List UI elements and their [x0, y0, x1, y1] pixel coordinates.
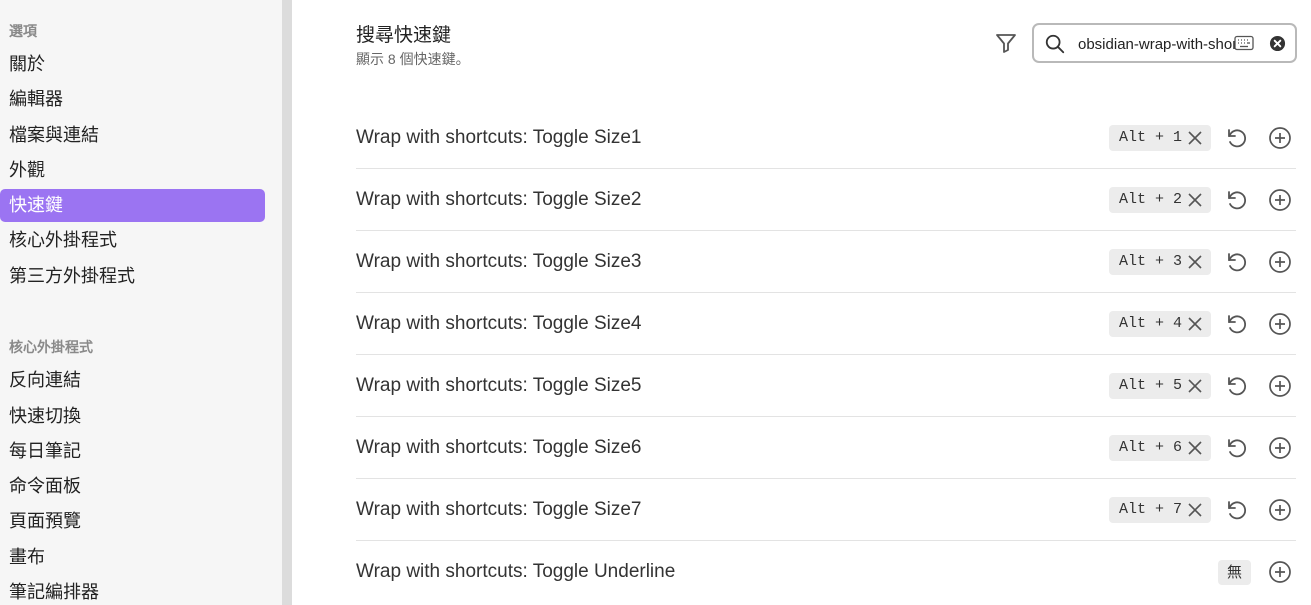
- sidebar-item-quick-switcher[interactable]: 快速切換: [0, 400, 265, 433]
- hotkey-chip: Alt + 7: [1109, 497, 1211, 523]
- hotkey-row: Wrap with shortcuts: Toggle Size4 Alt + …: [356, 293, 1296, 355]
- sidebar-section-title-options: 選項: [9, 23, 37, 39]
- settings-sidebar: 選項 關於 編輯器 檔案與連結 外觀 快速鍵 核心外掛程式 第三方外掛程式 核心…: [0, 0, 282, 605]
- command-name: Wrap with shortcuts: Toggle Underline: [356, 561, 676, 582]
- restore-default-icon[interactable]: [1225, 374, 1249, 398]
- restore-default-icon[interactable]: [1225, 498, 1249, 522]
- sidebar-scrollbar[interactable]: [282, 0, 292, 605]
- hotkey-count-text: 顯示 8 個快速鍵。: [356, 51, 470, 67]
- no-hotkey-badge: 無: [1218, 560, 1252, 585]
- search-icon: [1045, 34, 1065, 54]
- remove-hotkey-icon[interactable]: [1187, 502, 1203, 518]
- clear-search-icon[interactable]: [1269, 35, 1286, 52]
- sidebar-item-note-composer[interactable]: 筆記編排器: [0, 576, 265, 605]
- hotkey-chip: Alt + 6: [1109, 435, 1211, 461]
- add-hotkey-icon[interactable]: [1268, 560, 1292, 584]
- add-hotkey-icon[interactable]: [1268, 436, 1292, 460]
- page-title: 搜尋快速鍵: [356, 25, 452, 46]
- sidebar-item-backlinks[interactable]: 反向連結: [0, 364, 265, 397]
- hotkey-row: Wrap with shortcuts: Toggle Underline 無: [356, 541, 1296, 603]
- hotkey-row: Wrap with shortcuts: Toggle Size2 Alt + …: [356, 169, 1296, 231]
- sidebar-item-command-palette[interactable]: 命令面板: [0, 470, 265, 503]
- command-name: Wrap with shortcuts: Toggle Size2: [356, 189, 642, 210]
- sidebar-item-hotkeys[interactable]: 快速鍵: [0, 189, 265, 222]
- add-hotkey-icon[interactable]: [1268, 498, 1292, 522]
- sidebar-item-canvas[interactable]: 畫布: [0, 541, 265, 574]
- remove-hotkey-icon[interactable]: [1187, 440, 1203, 456]
- hotkey-text: Alt + 1: [1119, 129, 1183, 146]
- hotkey-text: Alt + 7: [1119, 501, 1183, 518]
- hotkey-row: Wrap with shortcuts: Toggle Size3 Alt + …: [356, 231, 1296, 293]
- add-hotkey-icon[interactable]: [1268, 374, 1292, 398]
- restore-default-icon[interactable]: [1225, 312, 1249, 336]
- sidebar-item-editor[interactable]: 編輯器: [0, 83, 265, 116]
- hotkey-text: Alt + 3: [1119, 253, 1183, 270]
- remove-hotkey-icon[interactable]: [1187, 316, 1203, 332]
- hotkeys-pane: 搜尋快速鍵 顯示 8 個快速鍵。 Wrap with shortcuts: To…: [296, 0, 1311, 605]
- command-name: Wrap with shortcuts: Toggle Size5: [356, 375, 642, 396]
- filter-icon[interactable]: [994, 31, 1018, 55]
- add-hotkey-icon[interactable]: [1268, 312, 1292, 336]
- hotkey-chip: Alt + 4: [1109, 311, 1211, 337]
- hotkey-text: Alt + 4: [1119, 315, 1183, 332]
- sidebar-item-appearance[interactable]: 外觀: [0, 154, 265, 187]
- hotkey-row: Wrap with shortcuts: Toggle Size7 Alt + …: [356, 479, 1296, 541]
- hotkey-row: Wrap with shortcuts: Toggle Size5 Alt + …: [356, 355, 1296, 417]
- command-name: Wrap with shortcuts: Toggle Size3: [356, 251, 642, 272]
- command-name: Wrap with shortcuts: Toggle Size1: [356, 127, 642, 148]
- sidebar-item-daily-notes[interactable]: 每日筆記: [0, 435, 265, 468]
- add-hotkey-icon[interactable]: [1268, 250, 1292, 274]
- sidebar-item-page-preview[interactable]: 頁面預覽: [0, 505, 265, 538]
- hotkey-text: Alt + 6: [1119, 439, 1183, 456]
- keyboard-icon[interactable]: [1234, 35, 1254, 51]
- hotkey-row: Wrap with shortcuts: Toggle Size1 Alt + …: [356, 107, 1296, 169]
- remove-hotkey-icon[interactable]: [1187, 378, 1203, 394]
- command-name: Wrap with shortcuts: Toggle Size6: [356, 437, 642, 458]
- sidebar-section-title-core-plugins: 核心外掛程式: [9, 339, 93, 355]
- restore-default-icon[interactable]: [1225, 188, 1249, 212]
- hotkey-chip: Alt + 2: [1109, 187, 1211, 213]
- hotkey-chip: Alt + 3: [1109, 249, 1211, 275]
- search-box[interactable]: [1032, 23, 1297, 63]
- hotkey-text: Alt + 2: [1119, 191, 1183, 208]
- sidebar-item-about[interactable]: 關於: [0, 48, 265, 81]
- hotkey-text: Alt + 5: [1119, 377, 1183, 394]
- hotkey-chip: Alt + 5: [1109, 373, 1211, 399]
- command-name: Wrap with shortcuts: Toggle Size7: [356, 499, 642, 520]
- remove-hotkey-icon[interactable]: [1187, 192, 1203, 208]
- sidebar-scrollbar-thumb[interactable]: [282, 0, 292, 605]
- hotkey-chip: Alt + 1: [1109, 125, 1211, 151]
- sidebar-item-files-links[interactable]: 檔案與連結: [0, 119, 265, 152]
- command-name: Wrap with shortcuts: Toggle Size4: [356, 313, 642, 334]
- hotkey-row: Wrap with shortcuts: Toggle Size6 Alt + …: [356, 417, 1296, 479]
- restore-default-icon[interactable]: [1225, 436, 1249, 460]
- add-hotkey-icon[interactable]: [1268, 188, 1292, 212]
- remove-hotkey-icon[interactable]: [1187, 130, 1203, 146]
- sidebar-item-core-plugins[interactable]: 核心外掛程式: [0, 224, 265, 257]
- add-hotkey-icon[interactable]: [1268, 126, 1292, 150]
- restore-default-icon[interactable]: [1225, 126, 1249, 150]
- restore-default-icon[interactable]: [1225, 250, 1249, 274]
- sidebar-item-community-plugins[interactable]: 第三方外掛程式: [0, 260, 265, 293]
- remove-hotkey-icon[interactable]: [1187, 254, 1203, 270]
